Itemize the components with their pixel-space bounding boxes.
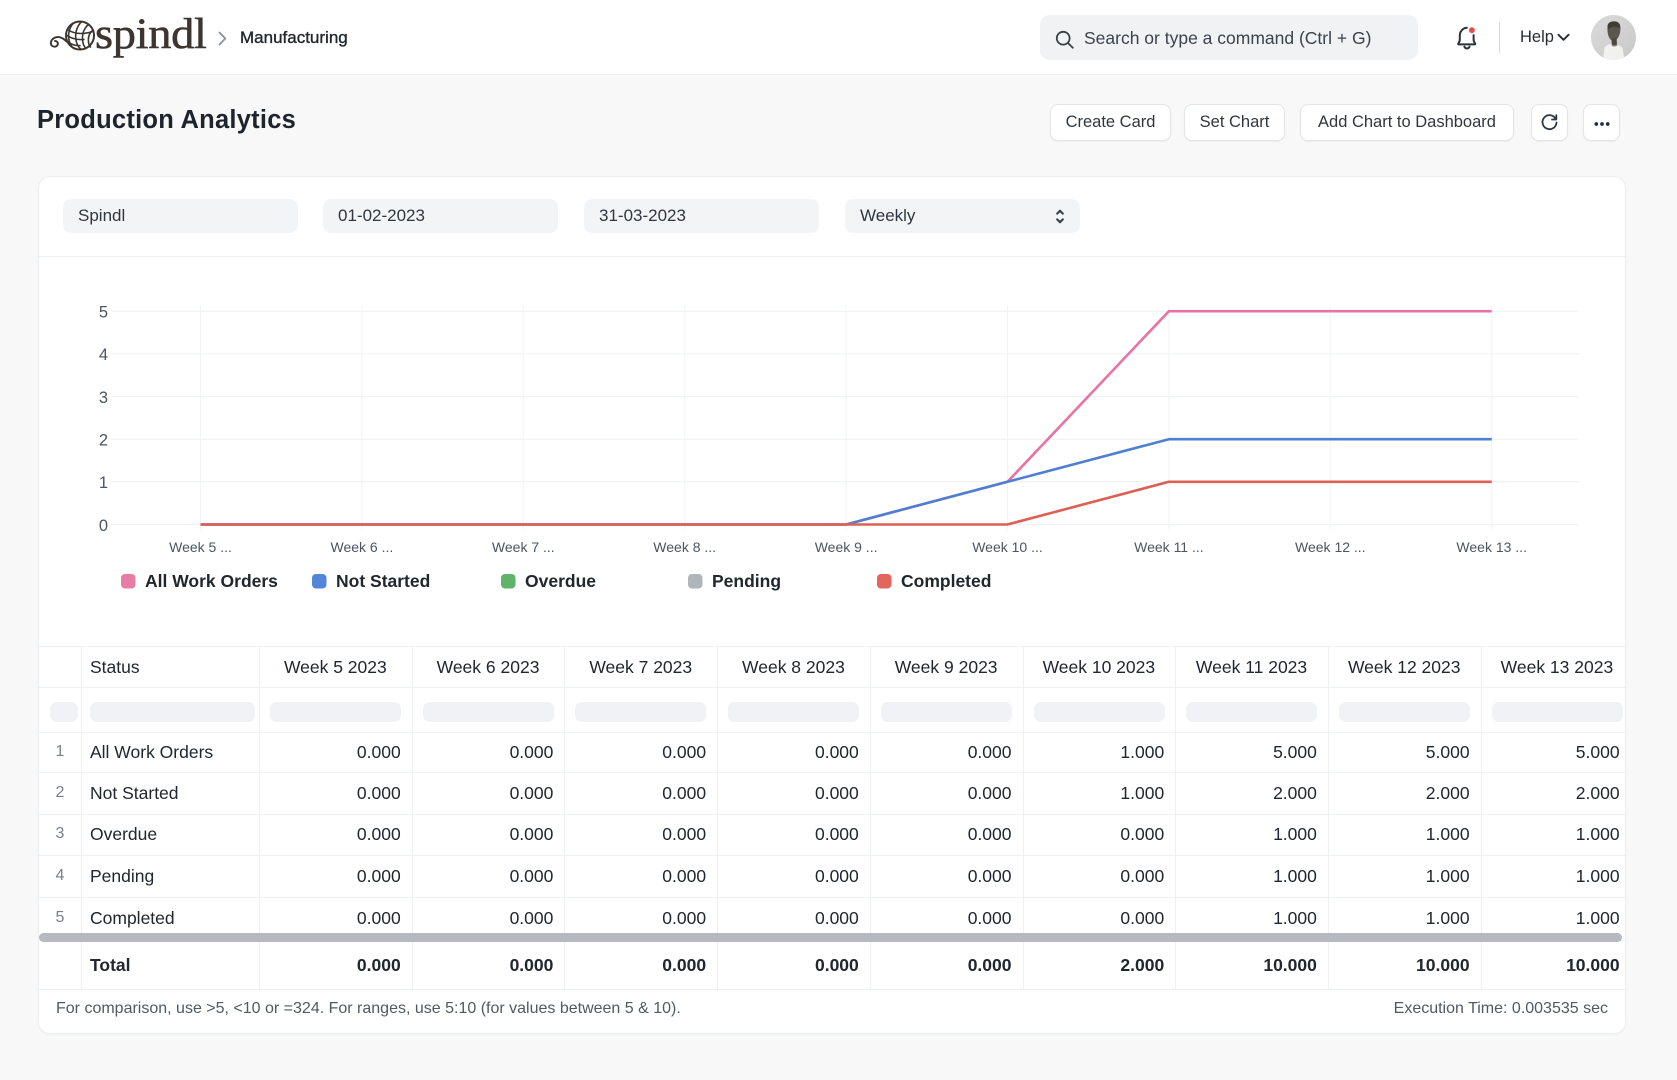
svg-text:Week 8 ...: Week 8 ... xyxy=(653,539,716,555)
svg-text:Not Started: Not Started xyxy=(336,571,430,591)
svg-text:Week 9 ...: Week 9 ... xyxy=(815,539,878,555)
svg-text:All Work Orders: All Work Orders xyxy=(145,571,278,591)
svg-text:1: 1 xyxy=(99,474,108,492)
svg-text:0: 0 xyxy=(99,517,108,535)
svg-text:4: 4 xyxy=(99,346,108,364)
svg-text:3: 3 xyxy=(99,389,108,407)
svg-text:Week 6 ...: Week 6 ... xyxy=(331,539,394,555)
svg-text:5: 5 xyxy=(99,304,108,322)
svg-text:Week 7 ...: Week 7 ... xyxy=(492,539,555,555)
svg-text:Week 12 ...: Week 12 ... xyxy=(1295,539,1366,555)
svg-text:Pending: Pending xyxy=(712,571,781,591)
svg-text:Week 5 ...: Week 5 ... xyxy=(169,539,232,555)
svg-text:2: 2 xyxy=(99,432,108,450)
svg-text:Week 10 ...: Week 10 ... xyxy=(972,539,1043,555)
svg-text:Week 13 ...: Week 13 ... xyxy=(1456,539,1527,555)
svg-text:Week 11 ...: Week 11 ... xyxy=(1134,539,1204,555)
svg-text:Overdue: Overdue xyxy=(525,571,596,591)
svg-text:Completed: Completed xyxy=(901,571,991,591)
